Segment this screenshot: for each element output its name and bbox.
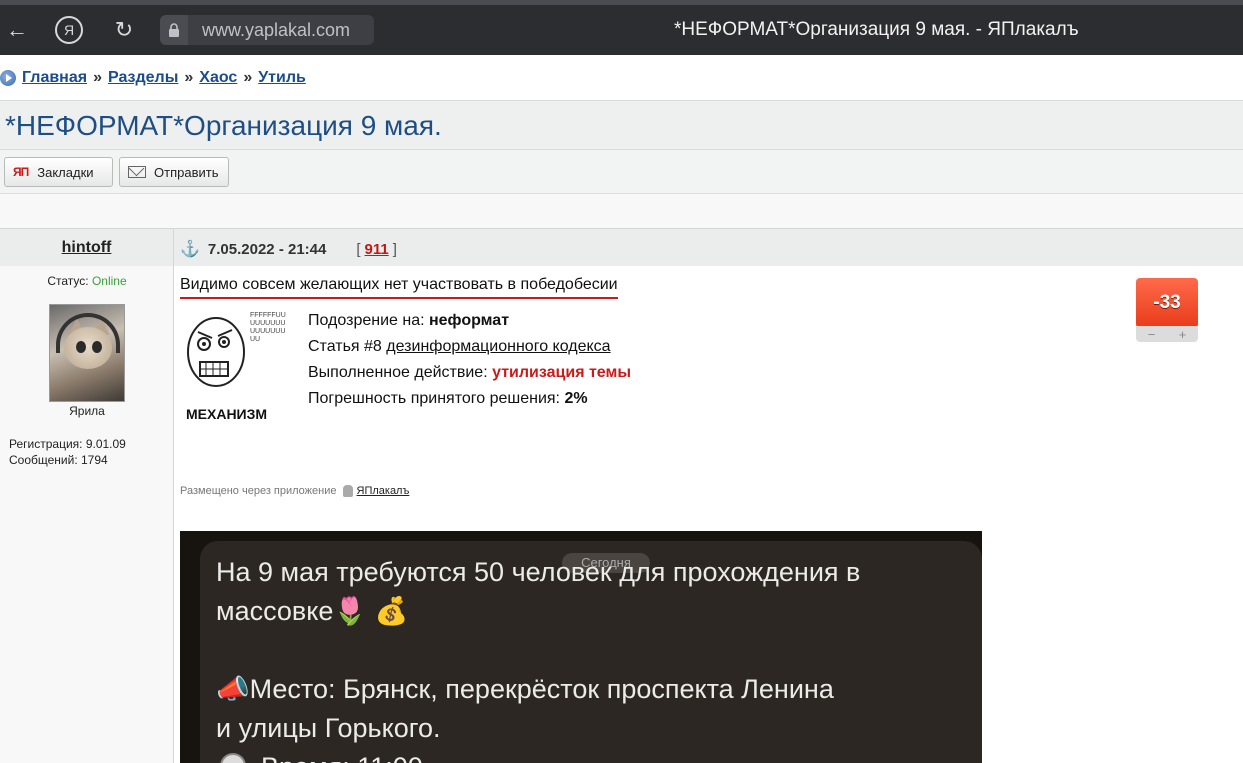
post-number-link[interactable]: 911 [365, 241, 389, 258]
rating-widget: -33 − + [1136, 278, 1198, 346]
post-text: Видимо совсем желающих нет участвовать в… [180, 276, 618, 299]
tab-title: *НЕФОРМАТ*Организация 9 мая. - ЯПлакалъ [674, 19, 1079, 40]
breadcrumb-sections[interactable]: Разделы [108, 69, 178, 87]
chat-message: На 9 мая требуются 50 человек для прохож… [216, 557, 861, 763]
minus-icon[interactable]: − [1148, 327, 1156, 342]
app-link[interactable]: ЯПлакалъ [357, 485, 410, 497]
send-button[interactable]: Отправить [119, 157, 229, 187]
send-label: Отправить [154, 164, 219, 180]
yandex-icon: Я [55, 16, 83, 44]
suspicion-label: Подозрение на: [308, 312, 425, 329]
topic-toolbar: ЯП Закладки Отправить [0, 150, 1243, 194]
play-icon [0, 70, 16, 86]
avatar[interactable] [49, 304, 125, 402]
status-online: Online [91, 274, 127, 288]
error-value: 2% [564, 390, 588, 407]
verdict-caption: МЕХАНИЗМ [186, 406, 268, 422]
user-status: Статус: Online [0, 274, 174, 288]
breadcrumb-separator: » [93, 69, 102, 86]
breadcrumb-chaos[interactable]: Хаос [199, 69, 237, 87]
post-meta: ⚓ 7.05.2022 - 21:44 [911] [180, 239, 397, 259]
app-note-text: Размещено через приложение [180, 485, 337, 497]
post-date: 7.05.2022 - 21:44 [207, 240, 327, 258]
moderator-verdict: Подозрение на: неформат Статья #8 дезинф… [308, 308, 631, 412]
breadcrumb-home[interactable]: Главная [22, 69, 87, 87]
envelope-icon [128, 166, 146, 178]
article-prefix: Статья #8 [308, 338, 382, 355]
lock-icon[interactable] [160, 15, 188, 45]
post-number: [911] [356, 240, 397, 258]
message-count: Сообщений: 1794 [9, 453, 108, 467]
user-rank: Ярила [69, 404, 105, 418]
browser-toolbar: ← Я ↻ www.yaplakal.com *НЕФОРМАТ*Организ… [0, 0, 1243, 55]
article-link[interactable]: дезинформационного кодекса [386, 338, 610, 355]
app-note: Размещено через приложение ЯПлакалъ [180, 485, 409, 497]
rating-controls: − + [1136, 326, 1198, 342]
status-label: Статус: [47, 274, 89, 288]
android-icon [342, 485, 353, 497]
anchor-icon[interactable]: ⚓ [180, 239, 200, 259]
topic-title-bar: *НЕФОРМАТ*Организация 9 мая. [0, 100, 1243, 150]
registration-date: Регистрация: 9.01.09 [9, 437, 126, 451]
author-link[interactable]: hintoff [62, 239, 112, 257]
author-cell: hintoff [0, 229, 174, 267]
yap-logo-icon: ЯП [13, 165, 29, 179]
action-label: Выполненное действие: [308, 364, 488, 381]
user-stats: Регистрация: 9.01.09 Сообщений: 1794 [9, 436, 126, 468]
bookmarks-label: Закладки [37, 164, 94, 180]
rating-score: -33 [1136, 278, 1198, 328]
address-bar[interactable]: www.yaplakal.com [160, 15, 374, 45]
user-info-column: Статус: Online Ярила Регистрация: 9.01.0… [0, 266, 174, 763]
post-content: Видимо совсем желающих нет участвовать в… [175, 266, 1243, 763]
page-title: *НЕФОРМАТ*Организация 9 мая. [5, 110, 442, 141]
url-text: www.yaplakal.com [202, 19, 351, 40]
rage-face-text: FFFFFFUUUUUUUUUUUUUUUUUU [250, 312, 286, 343]
suspicion-value: неформат [428, 312, 510, 329]
action-value: утилизация темы [492, 364, 631, 381]
error-label: Погрешность принятого решения: [308, 390, 560, 407]
bookmarks-button[interactable]: ЯП Закладки [4, 157, 113, 187]
reload-icon[interactable]: ↻ [107, 13, 141, 47]
post-image[interactable]: Сегодня На 9 мая требуются 50 человек дл… [180, 531, 982, 763]
plus-icon[interactable]: + [1179, 327, 1187, 342]
breadcrumb: Главная » Разделы » Хаос » Утиль [0, 62, 1243, 94]
breadcrumb-separator: » [243, 69, 253, 86]
yandex-button[interactable]: Я [52, 13, 86, 47]
post-header: hintoff ⚓ 7.05.2022 - 21:44 [911] [0, 228, 1243, 267]
breadcrumb-trash[interactable]: Утиль [258, 69, 306, 87]
back-arrow-icon[interactable]: ← [0, 13, 34, 47]
spacer [0, 194, 1243, 228]
headphones [56, 313, 120, 353]
breadcrumb-separator: » [184, 69, 194, 86]
